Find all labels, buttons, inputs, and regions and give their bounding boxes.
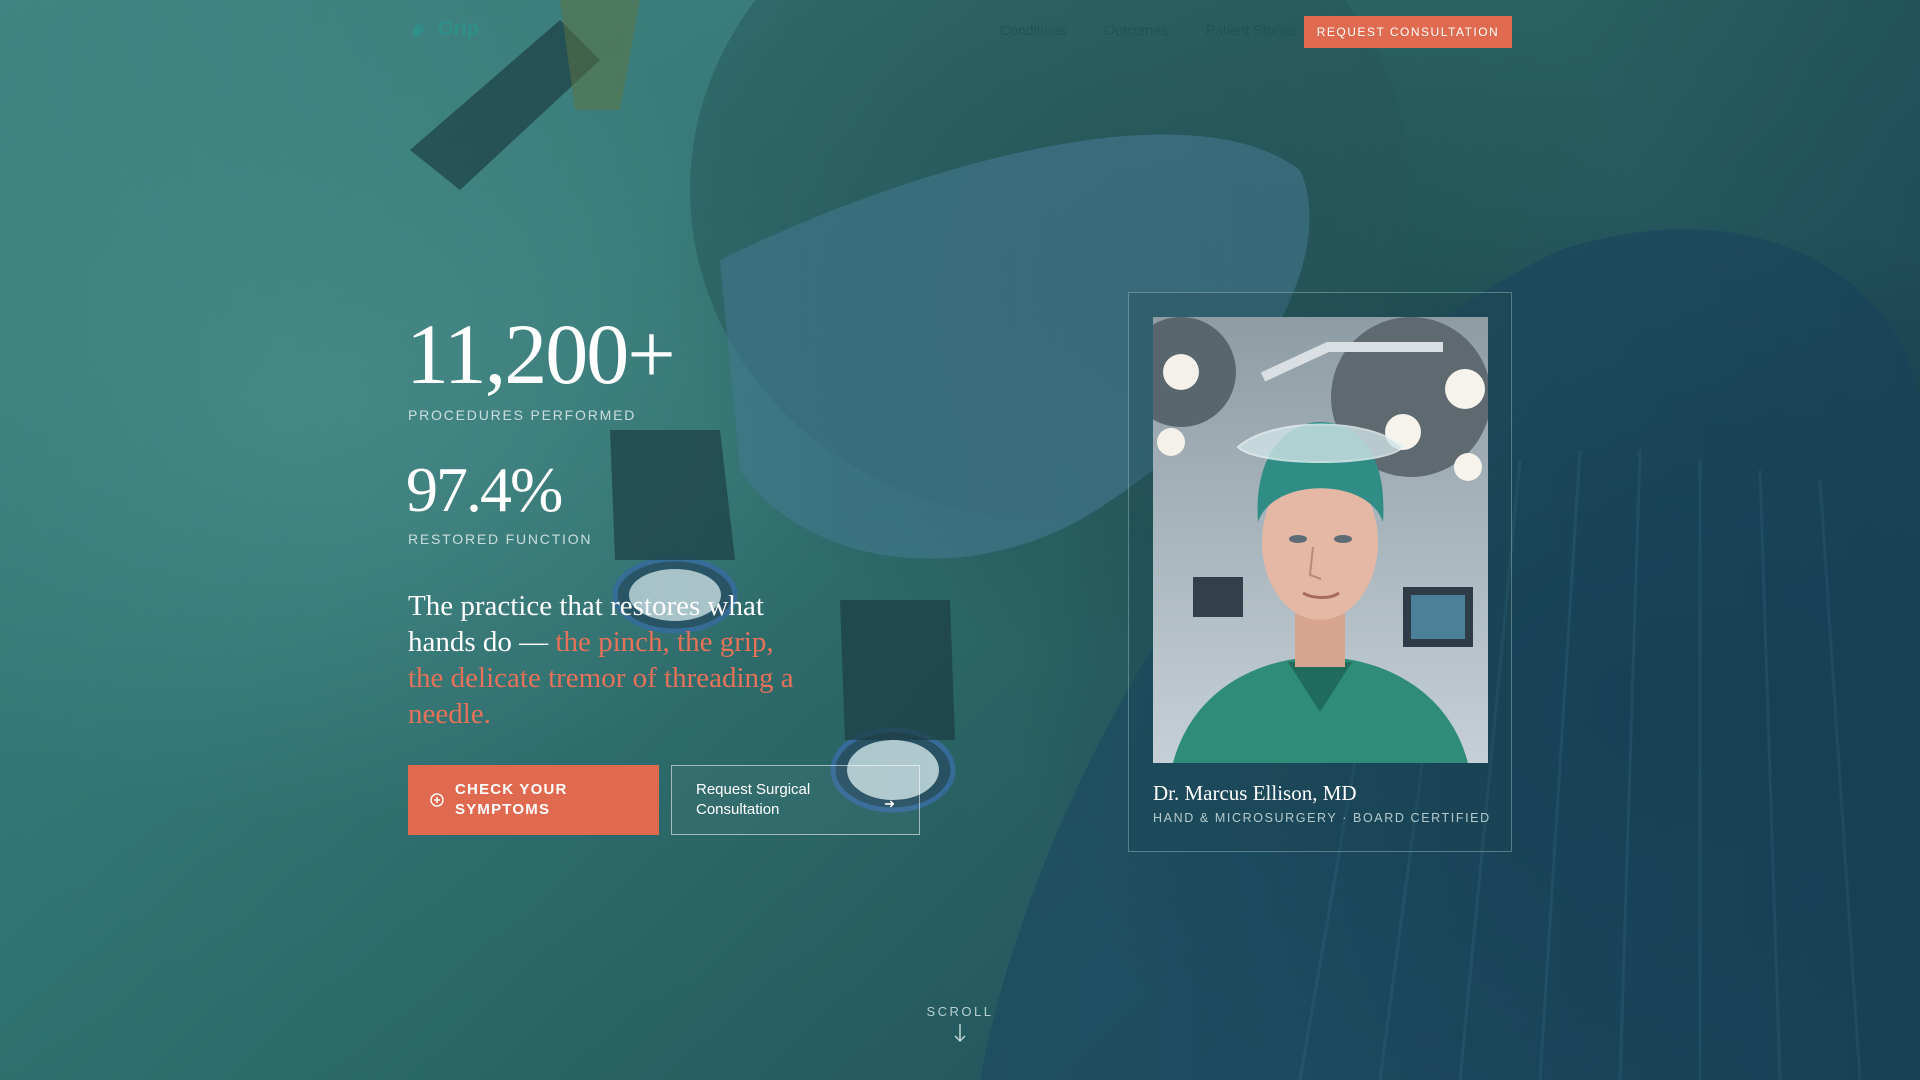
hero-background	[0, 0, 1920, 1080]
request-surgical-consultation-label: Request Surgical Consultation	[696, 781, 811, 818]
top-nav: Grip Conditions Outcomes Patient Stories…	[0, 0, 1920, 64]
scroll-indicator[interactable]: SCROLL	[920, 1004, 1000, 1043]
nav-link-patient-stories[interactable]: Patient Stories	[1206, 22, 1297, 38]
restored-function-label: RESTORED FUNCTION	[408, 531, 593, 547]
hero-tagline: The practice that restores what hands do…	[408, 588, 808, 732]
surgeon-card: Dr. Marcus Ellison, MD HAND & MICROSURGE…	[1128, 292, 1512, 852]
check-symptoms-button[interactable]: CHECK YOUR SYMPTOMS	[408, 765, 659, 835]
restored-function-value: 97.4%	[406, 454, 563, 525]
plus-circle-icon	[430, 793, 444, 807]
surgeon-name: Dr. Marcus Ellison, MD	[1153, 781, 1357, 805]
brand-logo[interactable]: Grip	[408, 18, 479, 41]
nav-links: Conditions Outcomes Patient Stories	[1000, 22, 1297, 38]
surgeon-photo	[1153, 317, 1488, 763]
teal-overlay	[0, 0, 1920, 1080]
surgeon-credentials: HAND & MICROSURGERY · BOARD CERTIFIED	[1153, 811, 1491, 825]
surgeon-portrait-image	[1153, 317, 1488, 763]
brand-name: Grip	[438, 18, 480, 40]
nav-link-outcomes[interactable]: Outcomes	[1104, 22, 1168, 38]
scroll-label: SCROLL	[926, 1004, 994, 1019]
arrow-down-icon	[954, 1024, 966, 1043]
nav-link-conditions[interactable]: Conditions	[1000, 22, 1066, 38]
check-symptoms-label: CHECK YOUR SYMPTOMS	[455, 781, 568, 818]
request-surgical-consultation-button[interactable]: Request Surgical Consultation ➜	[671, 765, 920, 835]
procedures-count: 11,200+	[406, 306, 676, 402]
arrow-right-icon: ➜	[884, 796, 895, 811]
hand-icon	[412, 22, 425, 37]
request-consultation-button[interactable]: REQUEST CONSULTATION	[1304, 16, 1512, 48]
procedures-label: PROCEDURES PERFORMED	[408, 407, 637, 423]
